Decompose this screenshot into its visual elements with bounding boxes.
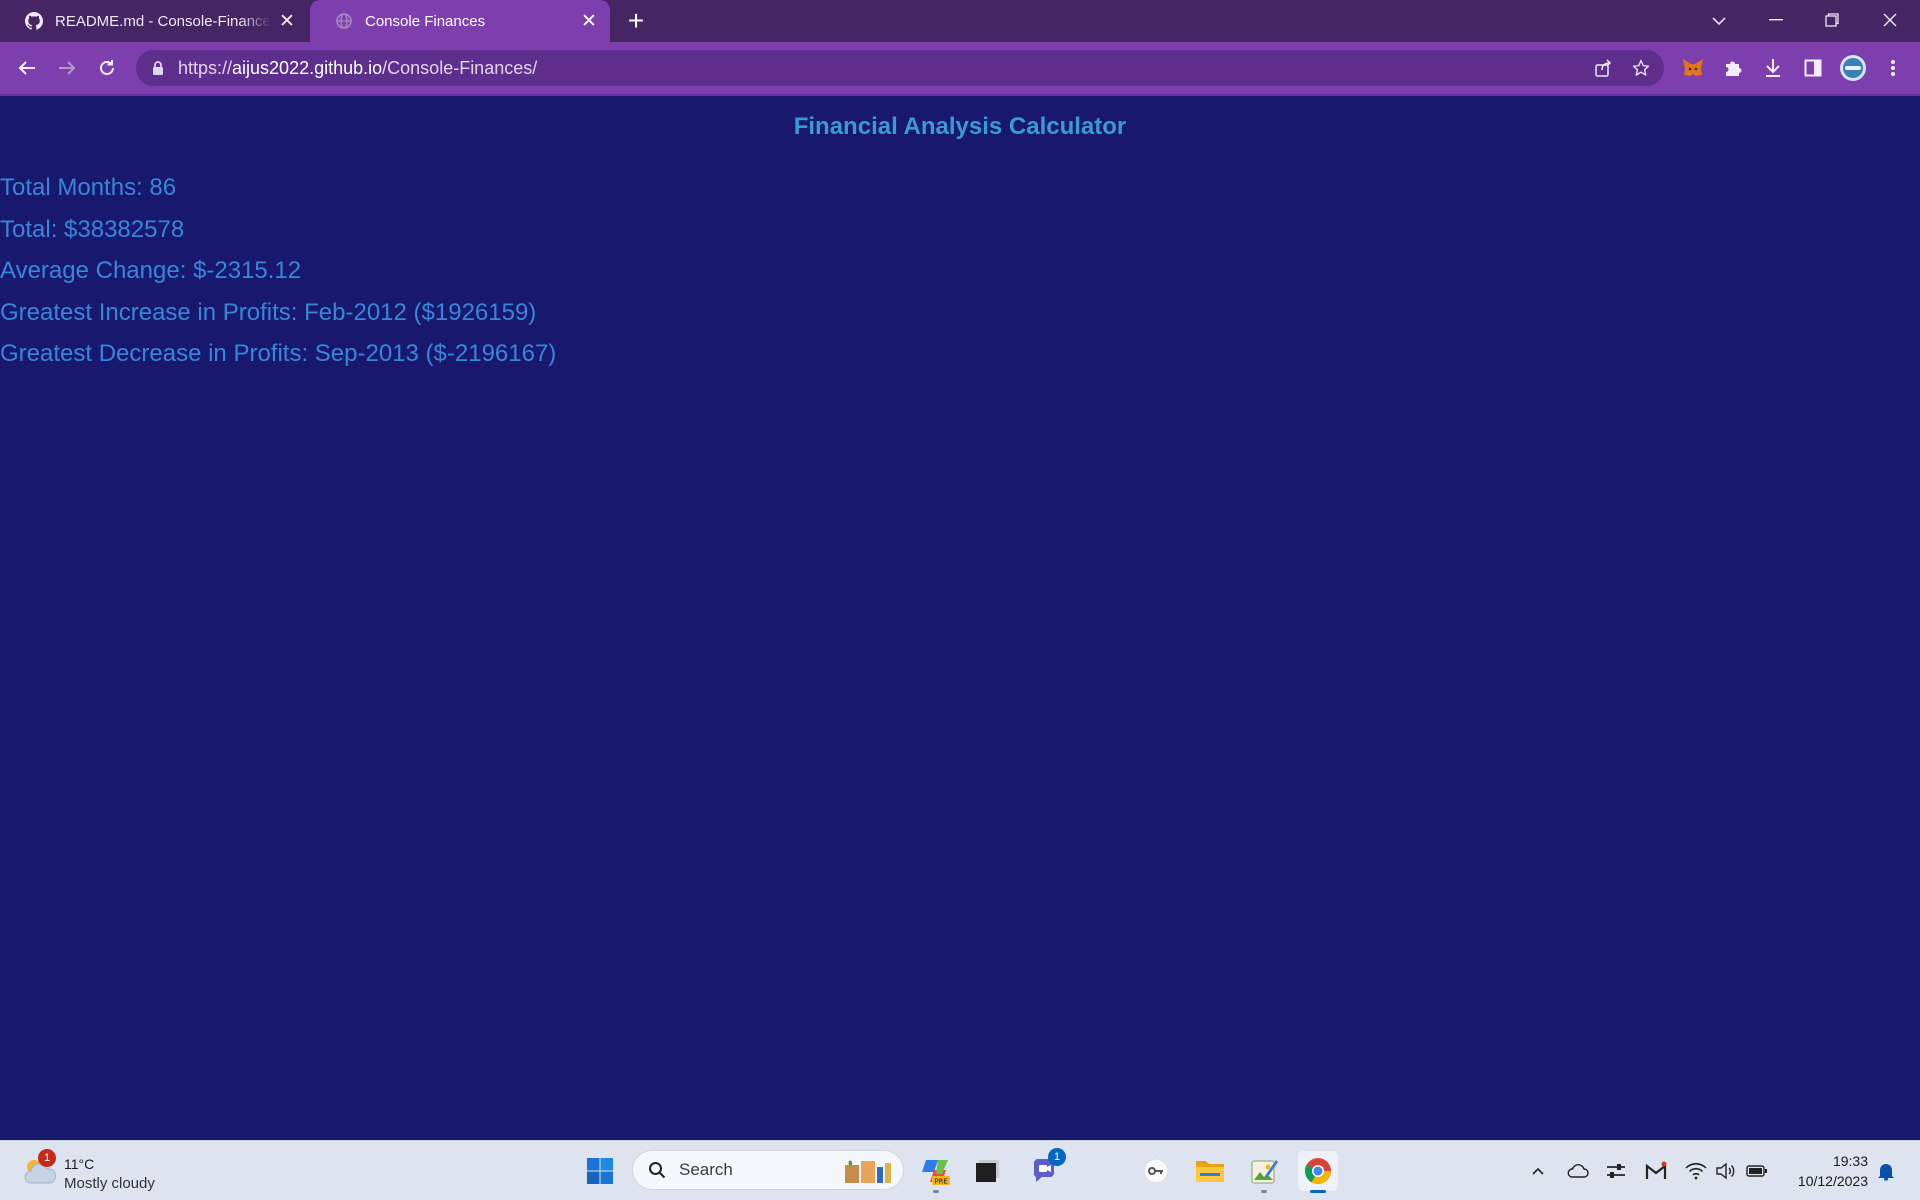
show-hidden-icons-chevron-icon[interactable] <box>1526 1159 1550 1183</box>
globe-icon <box>334 11 354 31</box>
copilot-preview-app[interactable]: PRE <box>916 1151 956 1193</box>
tab-title: README.md - Console-Finances <box>55 12 272 30</box>
tab-readme[interactable]: README.md - Console-Finances ✕ <box>0 0 308 42</box>
browser-toolbar: https://aijus2022.github.io/Console-Fina… <box>0 42 1920 94</box>
system-clock[interactable]: 19:33 10/12/2023 <box>1760 1151 1868 1191</box>
start-button[interactable] <box>580 1151 620 1191</box>
windows-taskbar: 1 11°C Mostly cloudy Search PRE 1 19:33 … <box>0 1140 1920 1200</box>
file-explorer-app[interactable] <box>1190 1151 1230 1191</box>
clock-time: 19:33 <box>1832 1153 1868 1169</box>
total-months: Total Months: 86 <box>0 174 177 201</box>
extensions-puzzle-icon[interactable] <box>1718 53 1748 83</box>
wifi-icon[interactable] <box>1684 1159 1708 1183</box>
total-amount: Total: $38382578 <box>0 215 185 243</box>
minimize-window-icon[interactable] <box>1748 0 1804 40</box>
forward-icon[interactable] <box>52 53 82 83</box>
lock-icon[interactable] <box>150 60 166 76</box>
gmail-notifier-icon[interactable] <box>1644 1159 1668 1183</box>
weather-widget[interactable]: 1 11°C Mostly cloudy <box>22 1149 182 1195</box>
new-tab-button[interactable]: + <box>620 5 652 37</box>
weather-condition: Mostly cloudy <box>64 1175 155 1192</box>
teams-chat-app[interactable]: 1 <box>1024 1148 1066 1191</box>
share-icon[interactable] <box>1588 53 1618 83</box>
url-path: /Console-Finances/ <box>382 57 538 78</box>
weather-alert-badge: 1 <box>38 1149 56 1167</box>
tab-title: Console Finances <box>365 12 486 30</box>
terminal-app[interactable] <box>968 1151 1008 1191</box>
notification-bell-icon[interactable] <box>1874 1159 1898 1183</box>
key-app[interactable] <box>1136 1151 1176 1191</box>
restore-window-icon[interactable] <box>1804 0 1860 40</box>
taskbar-search[interactable]: Search <box>632 1150 904 1190</box>
bookmark-star-icon[interactable] <box>1626 53 1656 83</box>
volume-icon[interactable] <box>1714 1159 1738 1183</box>
windows-logo-icon <box>587 1158 613 1184</box>
greatest-decrease: Greatest Decrease in Profits: Sep-2013 (… <box>0 340 557 367</box>
running-indicator <box>933 1190 939 1193</box>
financial-stats: Total Months: 86 Total: $38382578 Averag… <box>0 167 556 375</box>
close-window-icon[interactable] <box>1862 0 1918 40</box>
url-protocol: https:// <box>178 57 233 78</box>
github-icon <box>24 11 44 31</box>
profile-avatar[interactable] <box>1838 53 1868 83</box>
settings-sliders-icon[interactable] <box>1604 1159 1628 1183</box>
download-icon[interactable] <box>1758 53 1788 83</box>
running-indicator <box>1261 1190 1267 1193</box>
search-placeholder: Search <box>679 1160 733 1179</box>
tab-search-chevron-icon[interactable] <box>1704 6 1734 36</box>
close-tab-icon[interactable]: ✕ <box>272 6 302 36</box>
photo-editor-app[interactable] <box>1244 1151 1284 1193</box>
menu-kebab-icon[interactable] <box>1878 53 1908 83</box>
side-panel-icon[interactable] <box>1798 53 1828 83</box>
running-indicator <box>1310 1190 1326 1193</box>
url-text[interactable]: https://aijus2022.github.io/Console-Fina… <box>178 58 537 79</box>
page-title: Financial Analysis Calculator <box>793 113 1127 140</box>
weather-temperature: 11°C <box>64 1156 95 1172</box>
onedrive-cloud-icon[interactable] <box>1566 1159 1590 1183</box>
url-host: aijus2022.github.io <box>232 57 383 78</box>
chrome-app[interactable] <box>1298 1151 1338 1193</box>
average-change: Average Change: $-2315.12 <box>0 257 302 284</box>
tab-console-finances[interactable]: Console Finances ✕ <box>310 0 610 42</box>
page-viewport: Financial Analysis Calculator Total Mont… <box>0 96 1920 1140</box>
close-tab-icon[interactable]: ✕ <box>574 6 604 36</box>
teams-notification-badge: 1 <box>1048 1148 1066 1166</box>
svg-text:PRE: PRE <box>934 1178 948 1186</box>
reload-icon[interactable] <box>92 53 122 83</box>
tab-strip: README.md - Console-Finances ✕ Console F… <box>0 0 1920 42</box>
metamask-extension-icon[interactable] <box>1678 53 1708 83</box>
clock-date: 10/12/2023 <box>1797 1173 1868 1189</box>
address-bar[interactable]: https://aijus2022.github.io/Console-Fina… <box>136 50 1664 86</box>
greatest-increase: Greatest Increase in Profits: Feb-2012 (… <box>0 298 537 326</box>
search-icon <box>647 1160 667 1180</box>
search-highlight-illustration-icon <box>841 1157 897 1185</box>
back-icon[interactable] <box>12 53 42 83</box>
